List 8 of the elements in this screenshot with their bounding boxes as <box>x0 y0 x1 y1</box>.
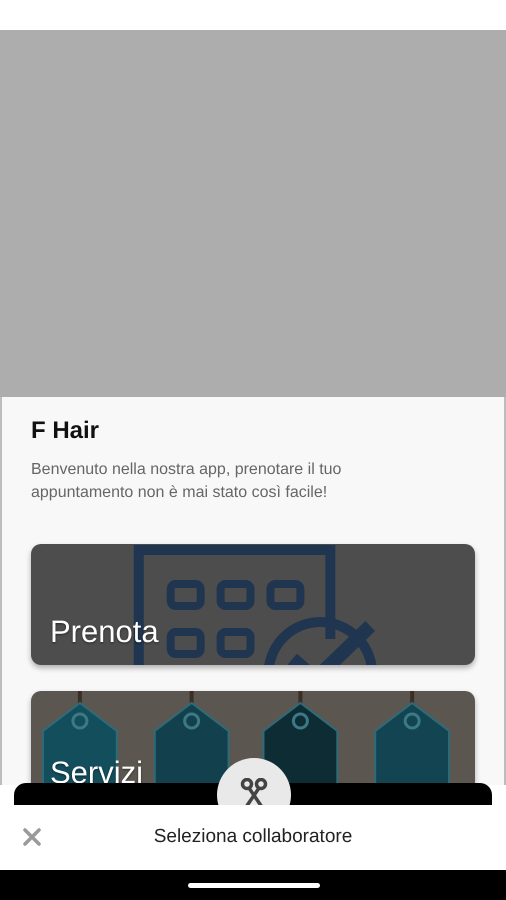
card-title: Servizi <box>50 756 144 785</box>
close-icon[interactable] <box>23 828 41 846</box>
menu-card[interactable]: Servizi <box>31 690 475 785</box>
sheet-title: Seleziona collaboratore <box>154 825 352 850</box>
welcome-text: Benvenuto nella nostra app, prenotare il tuo appuntamento non è mai stato così facile! <box>31 460 342 503</box>
app-title: F Hair <box>31 417 100 446</box>
card-title: Prenota <box>50 616 159 647</box>
menu-card[interactable]: Prenota <box>31 544 475 665</box>
